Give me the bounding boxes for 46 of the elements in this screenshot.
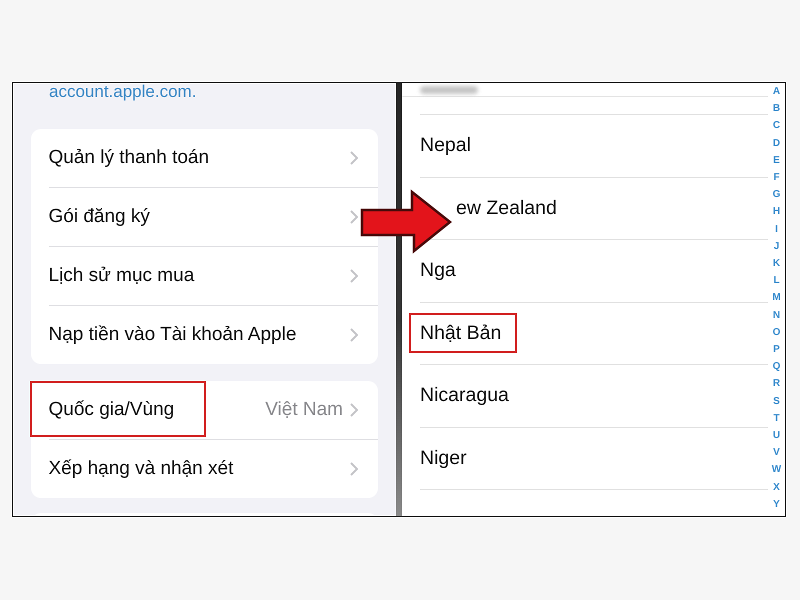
- settings-item[interactable]: Quốc gia/Vùng: [48, 399, 174, 421]
- blurred-text: [420, 86, 478, 94]
- index-letter[interactable]: P: [773, 341, 780, 358]
- index-letter[interactable]: H: [772, 203, 780, 221]
- index-letter[interactable]: C: [772, 117, 780, 135]
- country-name[interactable]: Nhật Bản: [420, 322, 502, 345]
- settings-item[interactable]: Nạp tiền vào Tài khoản Apple: [48, 324, 296, 346]
- index-letter[interactable]: R: [772, 375, 780, 393]
- index-letter[interactable]: B: [772, 100, 780, 118]
- country-name[interactable]: Nicaragua: [420, 384, 509, 408]
- chevron-icon: [350, 151, 358, 165]
- index-letter[interactable]: L: [773, 272, 780, 290]
- index-letter[interactable]: T: [773, 410, 780, 428]
- index-letter[interactable]: X: [773, 478, 780, 496]
- index-letter[interactable]: F: [773, 169, 780, 186]
- index-letter[interactable]: I: [775, 220, 778, 238]
- index-letter[interactable]: N: [772, 306, 780, 324]
- settings-item[interactable]: Quản lý thanh toán: [48, 147, 210, 169]
- index-letter[interactable]: K: [772, 255, 780, 272]
- chevron-icon: [350, 269, 358, 283]
- index-letter[interactable]: W: [772, 461, 782, 479]
- index-letter[interactable]: D: [772, 134, 780, 152]
- index-letter[interactable]: V: [773, 444, 780, 462]
- index-letter[interactable]: S: [773, 392, 780, 410]
- country-name[interactable]: ew Zealand: [456, 196, 557, 220]
- settings-item[interactable]: Lịch sử mục mua: [48, 265, 194, 287]
- chevron-icon: [350, 328, 358, 342]
- country-name[interactable]: Nga: [420, 259, 456, 282]
- index-letter[interactable]: A: [772, 83, 780, 100]
- web-link[interactable]: account.apple.com.: [49, 83, 196, 101]
- chevron-icon: [350, 462, 358, 476]
- index-letter[interactable]: E: [773, 152, 780, 170]
- index-letter[interactable]: M: [772, 289, 781, 307]
- country-name[interactable]: Nepal: [420, 134, 471, 158]
- index-letter[interactable]: U: [772, 427, 780, 444]
- settings-item[interactable]: Gói đăng ký: [48, 206, 150, 228]
- index-letter[interactable]: G: [772, 186, 780, 204]
- chevron-icon: [350, 210, 358, 224]
- index-letter[interactable]: J: [774, 238, 780, 256]
- index-letter[interactable]: Q: [772, 358, 780, 376]
- chevron-icon: [350, 403, 358, 417]
- current-value: Việt Nam: [265, 399, 343, 421]
- country-name[interactable]: Niger: [420, 446, 467, 470]
- index-letter[interactable]: Y: [773, 496, 780, 514]
- index-letter[interactable]: O: [772, 324, 780, 342]
- settings-item[interactable]: Xếp hạng và nhận xét: [48, 458, 234, 480]
